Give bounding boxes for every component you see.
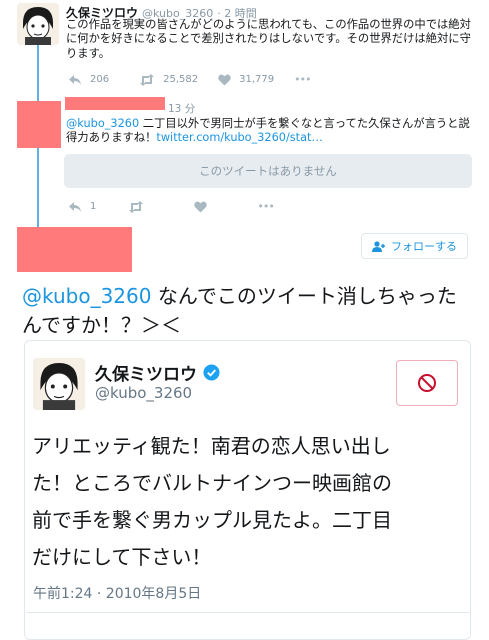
reply-count: 206 (90, 74, 110, 85)
reply-comment: @kubo_3260 なんでこのツイート消しちゃった んですか！？＞＜ (22, 282, 482, 340)
like-button[interactable] (194, 201, 208, 213)
redacted-name (65, 97, 165, 110)
reply-text-span: 二丁目以外で男同士が手を繋ぐなと言ってた久保さんが言うと説 (139, 117, 470, 130)
card-tweet-text: アリエッティ観た！南君の恋人思い出し た！ところでバルトナインつー映画館の 前で… (32, 428, 452, 576)
redacted-avatar (17, 101, 61, 148)
card-author-name[interactable]: 久保ミツロウ (95, 360, 220, 385)
card-author-handle[interactable]: @kubo_3260 (95, 384, 192, 402)
card-text-line: アリエッティ観た！南君の恋人思い出し (32, 434, 391, 458)
tweet-text-line: に何かを好きになることで差別されたりはしないです。その世界だけは絶対に守 (66, 32, 471, 46)
mention-link[interactable]: @kubo_3260 (22, 284, 151, 308)
retweet-count: 25,582 (163, 74, 199, 85)
retweet-button[interactable]: 25,582 (139, 73, 199, 86)
reply-text: @kubo_3260 二丁目以外で男同士が手を繋ぐなと言ってた久保さんが言うと説… (66, 117, 476, 146)
retweet-button[interactable] (128, 200, 144, 213)
retweet-icon (129, 200, 144, 213)
card-name-text: 久保ミツロウ (95, 365, 197, 385)
reply-icon (69, 201, 81, 212)
mention-link[interactable]: @kubo_3260 (66, 117, 139, 130)
unavailable-quote: このツイートはありません (64, 154, 472, 188)
comment-line: @kubo_3260 なんでこのツイート消しちゃった (22, 282, 482, 311)
avatar[interactable] (33, 358, 85, 410)
tweet-text-line: この作品を現実の皆さんがどのように思われても、この作品の世界の中では絶対 (66, 18, 471, 31)
tweet-actions: 206 25,582 31,779 ••• (68, 73, 331, 86)
redacted-author (17, 227, 132, 272)
card-text-line: だけにして下さい！ (32, 545, 212, 569)
retweet-icon (140, 73, 155, 86)
block-button[interactable] (396, 360, 458, 406)
comment-line: んですか！？＞＜ (22, 313, 181, 337)
card-text-line: 前で手を繋ぐ男カップル見たよ。二丁目 (32, 508, 392, 532)
more-icon: ••• (257, 200, 274, 213)
divider (26, 612, 469, 613)
follow-person-icon (372, 240, 385, 252)
like-icon (218, 74, 231, 85)
reply-button[interactable]: 1 (68, 201, 96, 213)
more-icon: ••• (294, 73, 311, 86)
reply-icon (69, 74, 81, 85)
tweet-time[interactable]: 13 分 (168, 101, 195, 116)
card-timestamp[interactable]: 午前1:24 · 2010年8月5日 (33, 583, 201, 603)
follow-button[interactable]: フォローする (361, 233, 468, 259)
tweet-text: この作品を現実の皆さんがどのように思われても、この作品の世界の中では絶対 に何か… (66, 18, 476, 61)
tweet-link[interactable]: twitter.com/kubo_3260/stat… (156, 131, 322, 144)
unavailable-label: このツイートはありません (199, 164, 337, 178)
reply-text-line: @kubo_3260 二丁目以外で男同士が手を繋ぐなと言ってた久保さんが言うと説 (66, 117, 476, 131)
reply-button[interactable]: 206 (68, 74, 109, 86)
like-icon (194, 201, 208, 212)
reply-text-line: 得力ありますね！twitter.com/kubo_3260/stat… (66, 131, 476, 145)
card-text-line: た！ところでバルトナインつー映画館の (32, 471, 392, 495)
block-icon (418, 374, 436, 392)
like-button[interactable]: 31,779 (218, 74, 274, 86)
more-button[interactable]: ••• (257, 200, 274, 213)
reply-count: 1 (90, 201, 97, 212)
tweet-actions: 1 ••• (68, 200, 294, 213)
reply-text-span: 得力ありますね！ (66, 131, 157, 145)
like-count: 31,779 (239, 74, 275, 85)
follow-label: フォローする (391, 240, 457, 253)
more-button[interactable]: ••• (294, 73, 311, 86)
tweet-text-line: ります。 (66, 46, 111, 60)
comment-text: なんでこのツイート消しちゃった (151, 284, 457, 308)
avatar[interactable] (17, 3, 59, 45)
verified-icon (203, 364, 220, 381)
